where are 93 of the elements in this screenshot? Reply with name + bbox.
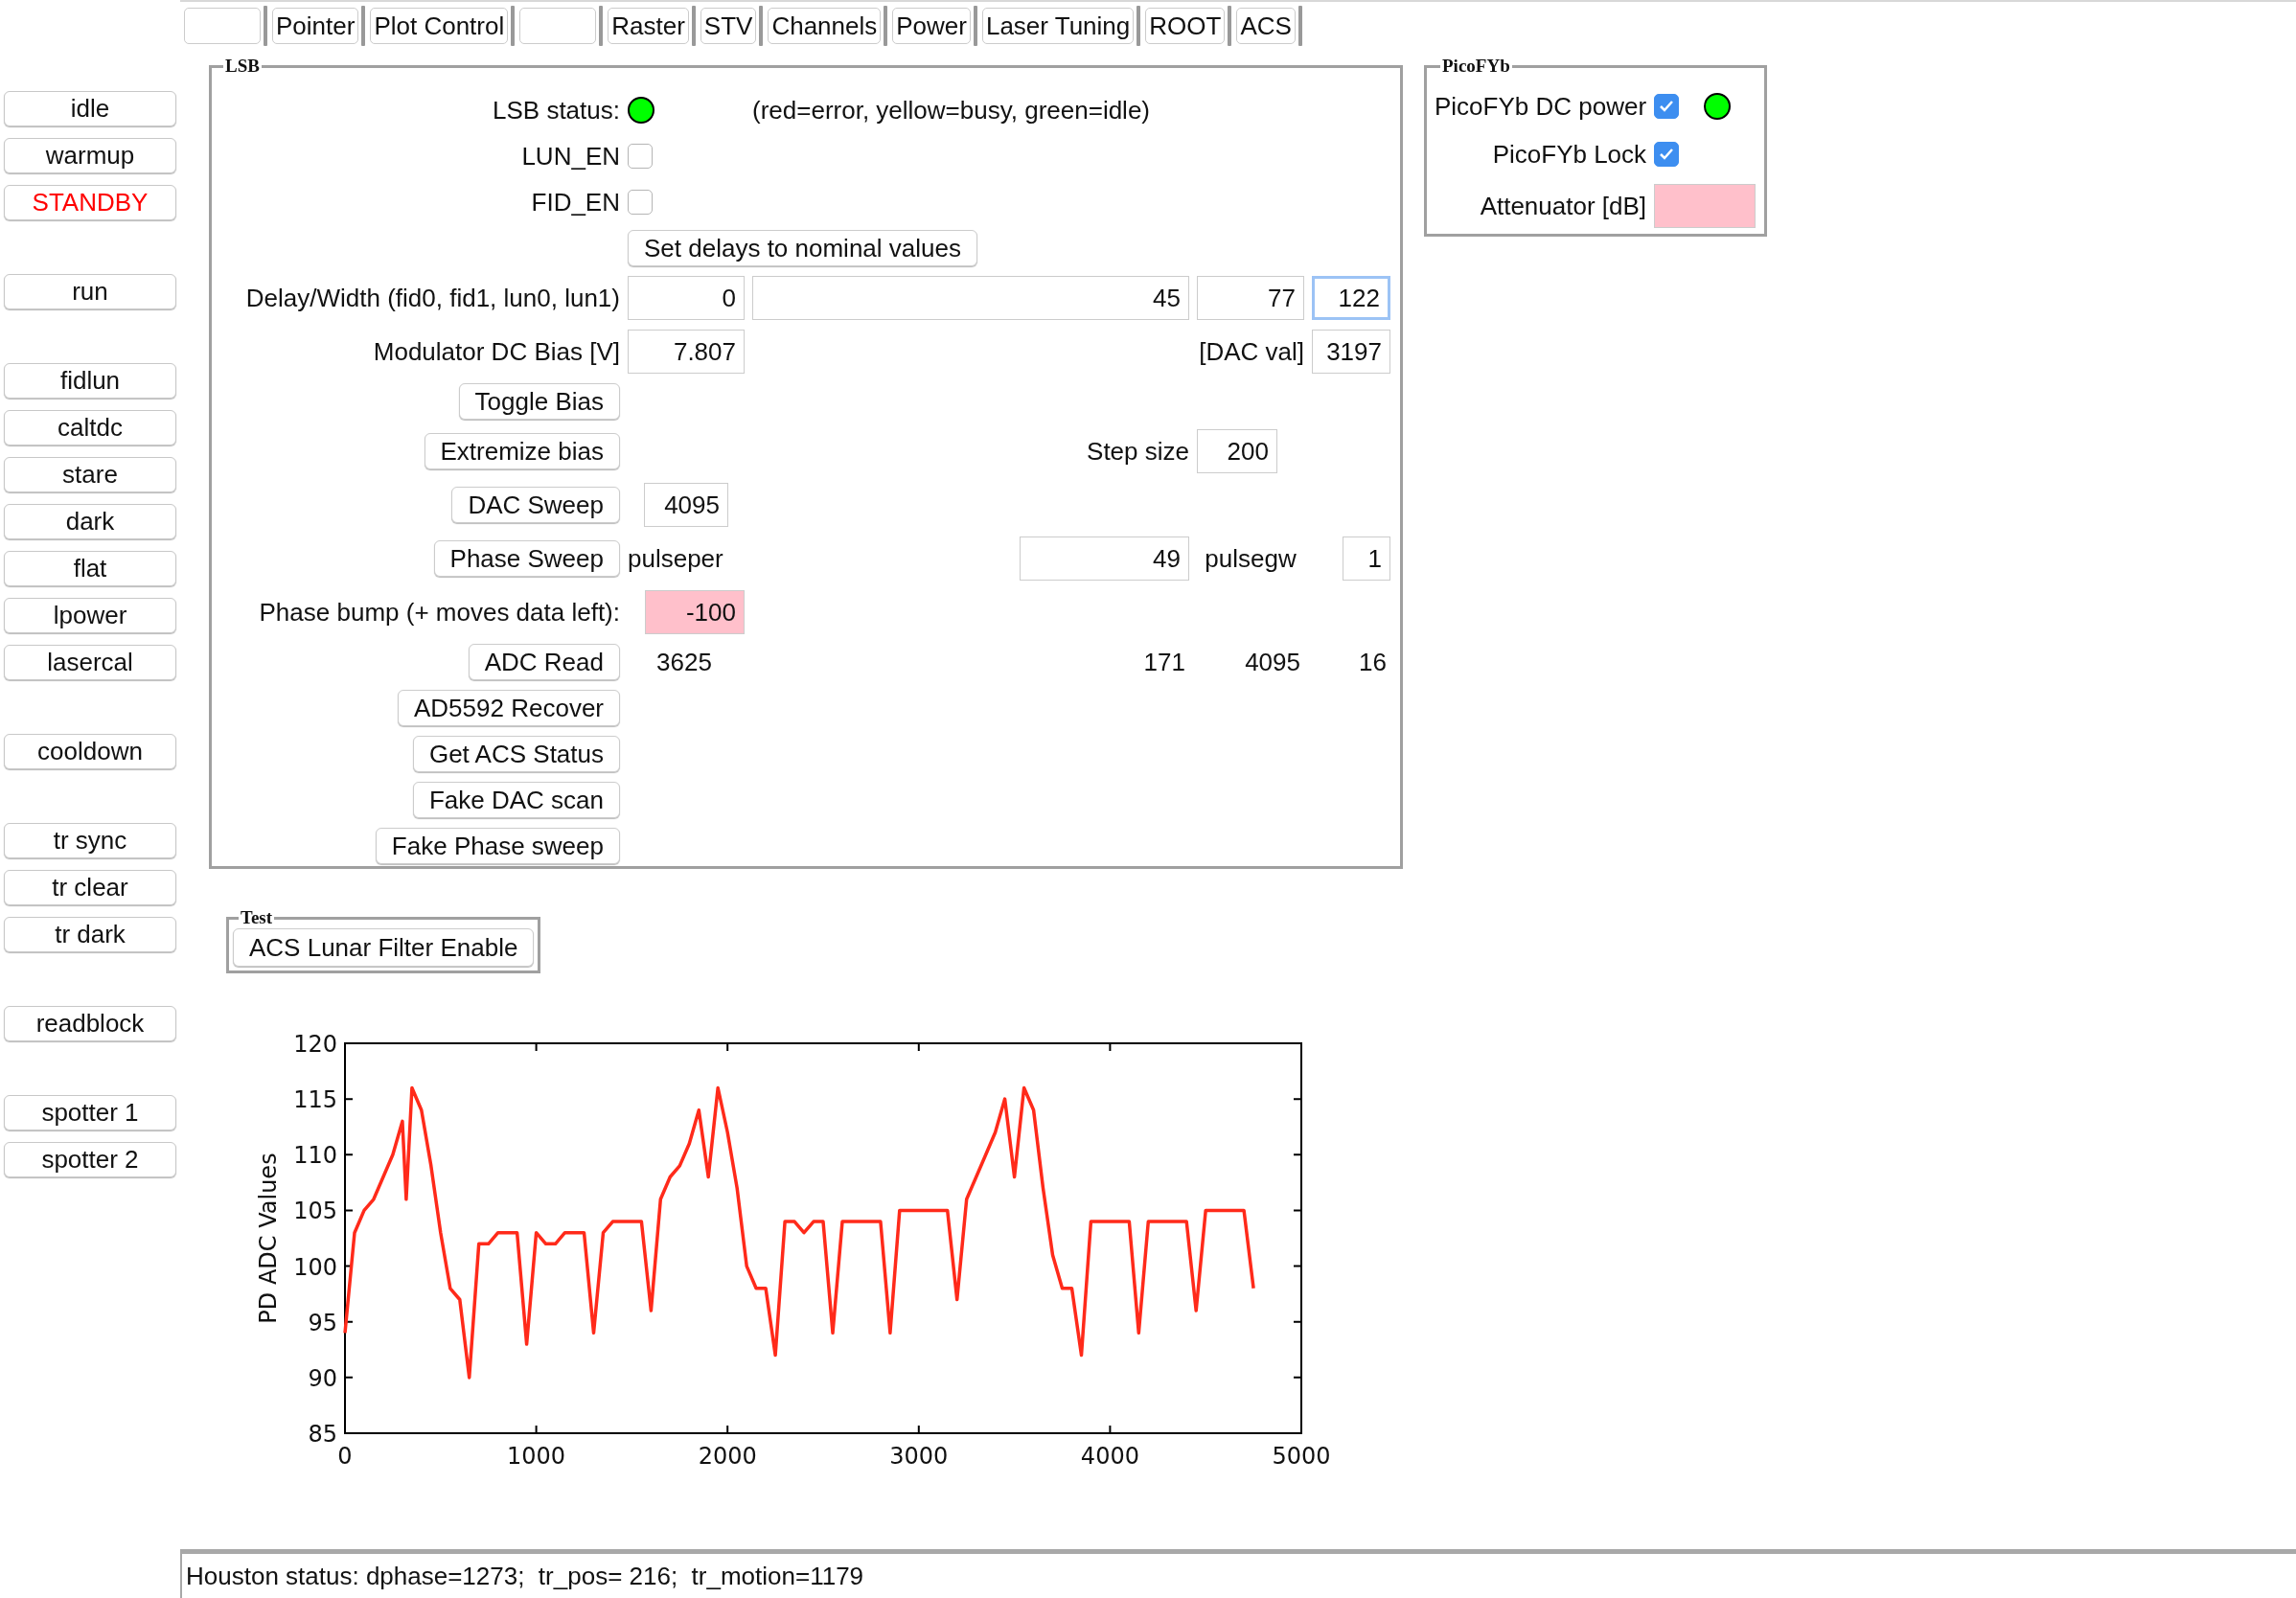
delay-field[interactable]: 77 [1197, 276, 1304, 320]
field-label: PicoFYb Lock [1492, 139, 1647, 170]
field-label: Attenuator [dB] [1480, 191, 1647, 221]
x-tick-label: 1000 [507, 1443, 566, 1470]
x-tick-label: 0 [337, 1443, 353, 1470]
checkbox[interactable] [628, 190, 653, 215]
tab[interactable]: Channels [768, 8, 882, 44]
checkbox[interactable] [1654, 94, 1680, 119]
tab[interactable]: Plot Control [370, 8, 509, 44]
y-tick-label: 95 [308, 1309, 337, 1336]
tab[interactable]: ROOT [1145, 8, 1226, 44]
mode-button[interactable]: tr clear [4, 870, 176, 905]
tab[interactable]: Laser Tuning [981, 8, 1135, 44]
mode-button[interactable]: run [4, 274, 176, 309]
step-size-field[interactable]: 200 [1197, 429, 1277, 473]
adc-reading: 16 [1359, 647, 1388, 677]
blank-tab[interactable] [184, 8, 261, 44]
mode-button[interactable]: spotter 2 [4, 1142, 176, 1177]
mode-button[interactable]: idle [4, 91, 176, 126]
mode-button[interactable]: lasercal [4, 645, 176, 680]
adc-reading: 171 [1143, 647, 1186, 677]
mode-button[interactable]: dark [4, 504, 176, 539]
dac-sweep-field[interactable]: 4095 [644, 483, 728, 527]
field-label: PicoFYb DC power [1435, 91, 1647, 122]
mode-button[interactable]: caltdc [4, 410, 176, 445]
y-tick-label: 120 [293, 1031, 337, 1058]
action-button[interactable]: Get ACS Status [412, 736, 620, 772]
field-label: pulseper [628, 543, 724, 574]
mode-button[interactable]: warmup [4, 138, 176, 173]
phase-bump-field[interactable]: -100 [645, 590, 745, 634]
y-axis-label: PD ADC Values [255, 1153, 282, 1324]
phase-sweep-button[interactable]: Phase Sweep [433, 540, 620, 577]
y-tick-label: 90 [308, 1364, 337, 1392]
field-label: LUN_EN [521, 141, 620, 171]
toggle-bias-button[interactable]: Toggle Bias [458, 383, 620, 420]
mode-button[interactable]: spotter 1 [4, 1095, 176, 1130]
delay-field[interactable]: 0 [628, 276, 745, 320]
field-label: FID_EN [531, 187, 620, 217]
field-label: Delay/Width (fid0, fid1, lun0, lun1) [245, 283, 620, 313]
dac-value-field[interactable]: 3197 [1312, 330, 1390, 374]
action-button[interactable]: Fake Phase sweep [375, 828, 620, 864]
x-tick-label: 4000 [1080, 1443, 1139, 1470]
adc-reading: 3625 [656, 647, 713, 677]
adc-reading: 4095 [1245, 647, 1301, 677]
y-tick-label: 105 [293, 1198, 337, 1225]
mode-button[interactable]: tr dark [4, 917, 176, 952]
lunar-filter-button[interactable]: ACS Lunar Filter Enable [233, 928, 535, 967]
attenuator-field[interactable] [1654, 184, 1756, 228]
mode-button[interactable]: fidlun [4, 363, 176, 399]
status-legend-text: (red=error, yellow=busy, green=idle) [752, 95, 1151, 126]
mode-button[interactable]: cooldown [4, 734, 176, 769]
delay-field[interactable]: 45 [752, 276, 1189, 320]
y-tick-label: 115 [293, 1086, 337, 1114]
set-delays-button[interactable]: Set delays to nominal values [628, 230, 977, 266]
field-label: Modulator DC Bias [V] [373, 336, 620, 367]
mode-button[interactable]: lpower [4, 598, 176, 633]
panel-legend: PicoFYb [1440, 56, 1512, 77]
y-tick-label: 100 [293, 1253, 337, 1281]
field-label: LSB status: [493, 95, 620, 126]
panel-legend: Test [239, 907, 275, 928]
pulsegw-field[interactable]: 1 [1343, 536, 1390, 581]
mode-button[interactable]: flat [4, 551, 176, 586]
checkbox[interactable] [628, 144, 653, 169]
checkbox[interactable] [1654, 142, 1680, 167]
field-label: pulsegw [1205, 543, 1297, 574]
action-button[interactable]: Fake DAC scan [412, 782, 620, 818]
mode-button[interactable]: readblock [4, 1006, 176, 1041]
adc-read-button[interactable]: ADC Read [468, 644, 620, 680]
panel-legend: LSB [223, 56, 262, 77]
tab[interactable]: ACS [1236, 8, 1296, 44]
field-label: Step size [1087, 436, 1189, 467]
mode-button[interactable]: tr sync [4, 823, 176, 858]
blank-tab[interactable] [519, 8, 597, 44]
dac-sweep-button[interactable]: DAC Sweep [451, 487, 620, 523]
field-label: [DAC val] [1199, 336, 1304, 367]
y-tick-label: 85 [308, 1421, 337, 1448]
status-text: Houston status: dphase=1273; tr_pos= 216; tr_motion=1179 [186, 1561, 864, 1591]
x-tick-label: 3000 [889, 1443, 949, 1470]
field-label: Phase bump (+ moves data left): [259, 597, 620, 628]
tab[interactable]: STV [700, 8, 757, 44]
tab[interactable]: Power [892, 8, 971, 44]
tab[interactable]: Raster [608, 8, 689, 44]
x-tick-label: 5000 [1272, 1443, 1331, 1470]
pulseper-field[interactable]: 49 [1020, 536, 1189, 581]
bias-field[interactable]: 7.807 [628, 330, 745, 374]
action-button[interactable]: AD5592 Recover [398, 690, 620, 726]
mode-button[interactable]: STANDBY [4, 185, 176, 220]
extremize-bias-button[interactable]: Extremize bias [424, 433, 620, 469]
tab[interactable]: Pointer [272, 8, 359, 44]
x-tick-label: 2000 [698, 1443, 757, 1470]
mode-button[interactable]: stare [4, 457, 176, 492]
y-tick-label: 110 [293, 1142, 337, 1170]
delay-field[interactable]: 122 [1312, 276, 1390, 320]
